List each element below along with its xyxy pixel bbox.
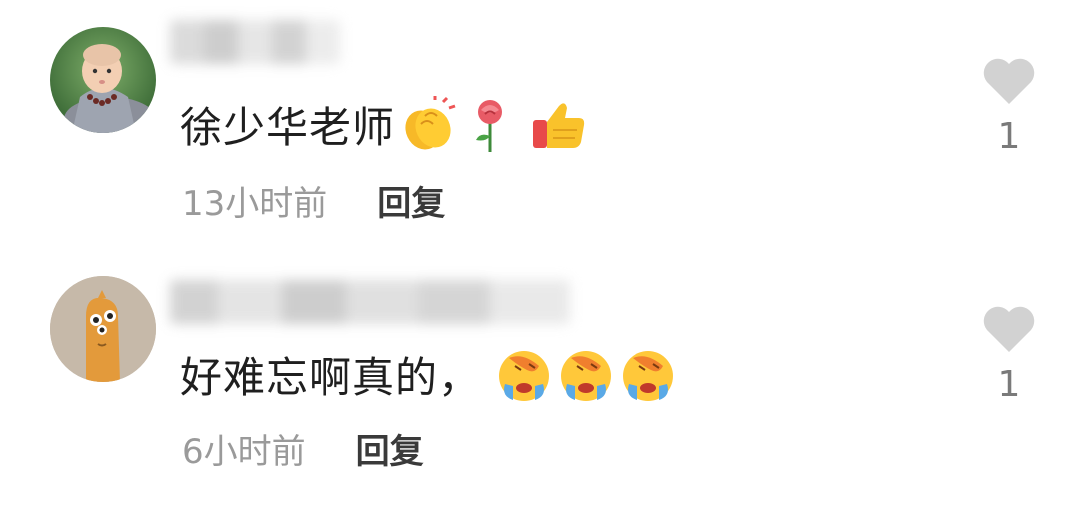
clapping-hands-icon — [399, 95, 457, 154]
comment-body: 徐少华老师 — [180, 94, 587, 155]
like-button[interactable]: 1 — [978, 56, 1040, 157]
comment-item: 徐少华老师 13小时前 回复 1 — [0, 0, 1080, 250]
facepalm-crying-icon — [619, 346, 677, 404]
comment-meta: 13小时前 回复 — [182, 176, 445, 225]
facepalm-crying-icon — [495, 346, 553, 404]
reply-button[interactable]: 回复 — [377, 176, 445, 225]
like-button[interactable]: 1 — [978, 304, 1040, 405]
comment-meta: 6小时前 回复 — [182, 424, 424, 473]
comment-text: 徐少华老师 — [180, 103, 396, 152]
username-blurred[interactable] — [170, 20, 340, 64]
avatar[interactable] — [50, 276, 156, 382]
comment-body: 好难忘啊真的， — [180, 344, 677, 405]
comment-item: 好难忘啊真的， 6小时前 回复 1 — [0, 250, 1080, 500]
thumbs-up-icon — [529, 96, 587, 154]
reply-button[interactable]: 回复 — [356, 424, 424, 473]
heart-icon — [983, 58, 1035, 104]
avatar[interactable] — [50, 27, 156, 133]
like-count: 1 — [997, 116, 1021, 157]
rose-icon — [461, 96, 519, 154]
like-count: 1 — [997, 364, 1021, 405]
facepalm-crying-icon — [557, 346, 615, 404]
heart-icon — [983, 306, 1035, 352]
comment-text: 好难忘啊真的， — [180, 353, 482, 402]
comment-timestamp: 13小时前 — [182, 184, 328, 224]
username-blurred[interactable] — [170, 280, 570, 324]
comment-timestamp: 6小时前 — [182, 432, 306, 472]
